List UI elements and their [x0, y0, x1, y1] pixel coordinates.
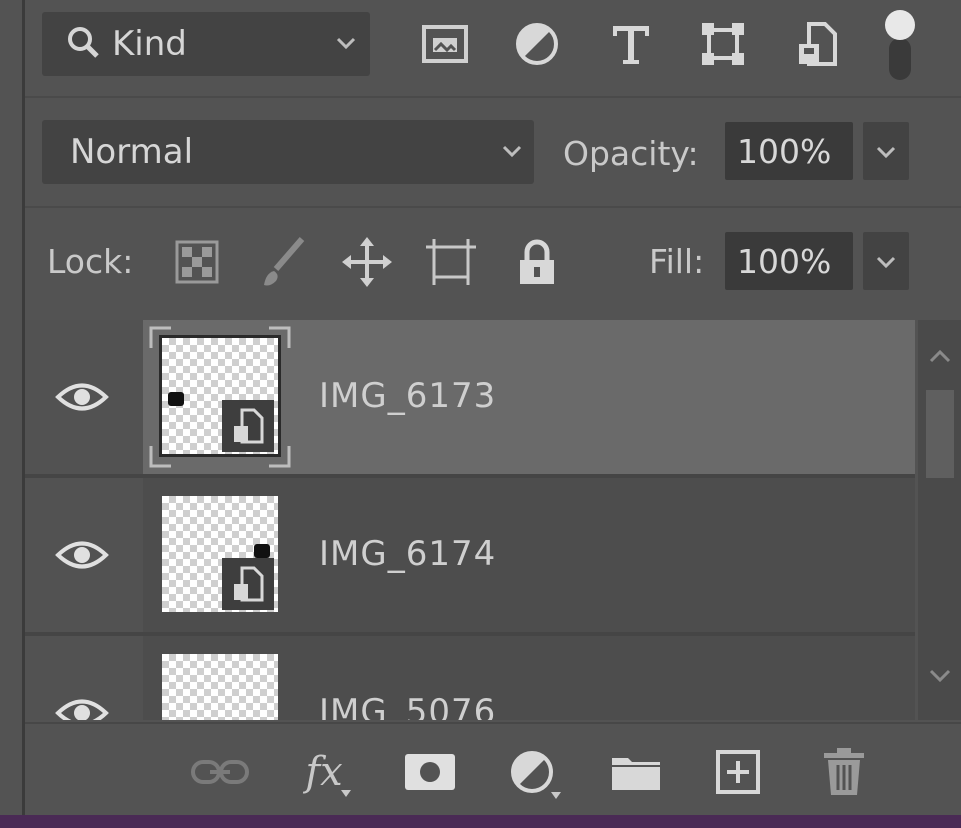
- type-filter-icon[interactable]: [603, 16, 659, 72]
- chevron-down-icon: [334, 30, 358, 58]
- trash-icon[interactable]: [813, 744, 875, 800]
- link-layers-icon[interactable]: [189, 744, 251, 800]
- submenu-triangle-icon: [341, 790, 351, 797]
- group-folder-icon[interactable]: [605, 744, 667, 800]
- chevron-up-icon[interactable]: [928, 348, 952, 368]
- fill-label: Fill:: [649, 242, 705, 281]
- lock-position-icon[interactable]: [339, 234, 395, 290]
- search-icon: [66, 25, 100, 63]
- layer-name[interactable]: IMG_6174: [319, 534, 496, 574]
- layer-name[interactable]: IMG_6173: [319, 376, 496, 416]
- layer-thumbnail[interactable]: [162, 496, 278, 612]
- eye-icon[interactable]: [55, 696, 109, 720]
- filter-toggle-switch[interactable]: [883, 8, 917, 80]
- layer-row[interactable]: IMG_6173: [25, 320, 915, 474]
- submenu-triangle-icon: [551, 792, 561, 799]
- shape-filter-icon[interactable]: [695, 16, 751, 72]
- layers-scrollbar[interactable]: [918, 320, 961, 720]
- layer-thumbnail[interactable]: [159, 335, 281, 457]
- layer-name[interactable]: IMG_5076: [319, 692, 496, 720]
- image-filter-icon[interactable]: [417, 16, 473, 72]
- lock-transparent-pixels-icon[interactable]: [169, 234, 225, 290]
- adjustment-layer-icon[interactable]: [501, 744, 563, 800]
- thumbnail-content-mark: [254, 544, 270, 558]
- layers-list: IMG_6173 IMG_6174 IMG_5076: [25, 320, 915, 720]
- chevron-down-icon: [876, 146, 896, 159]
- lock-artboard-icon[interactable]: [423, 234, 479, 290]
- window-bottom-strip: [0, 815, 961, 828]
- layer-thumbnail[interactable]: [162, 654, 278, 720]
- blend-row: Normal Opacity: 100%: [25, 98, 961, 208]
- scrollbar-thumb[interactable]: [926, 390, 954, 478]
- panel-left-edge: [0, 0, 25, 815]
- layers-panel: Kind Normal Opacity: 100% Lock: Fill: 10…: [25, 0, 961, 817]
- fx-icon[interactable]: fx: [293, 744, 355, 800]
- layers-toolbar: fx: [25, 722, 961, 817]
- layer-row[interactable]: IMG_6174: [25, 478, 915, 632]
- fill-dropdown-button[interactable]: [863, 232, 909, 290]
- layer-mask-icon[interactable]: [399, 744, 461, 800]
- toggle-track: [889, 38, 911, 80]
- lock-row: Lock: Fill: 100%: [25, 208, 961, 318]
- lock-image-pixels-icon[interactable]: [255, 234, 311, 290]
- chevron-down-icon[interactable]: [928, 668, 952, 688]
- opacity-dropdown-button[interactable]: [863, 122, 909, 180]
- smart-object-filter-icon[interactable]: [789, 16, 845, 72]
- chevron-down-icon: [876, 256, 896, 269]
- thumbnail-content-mark: [168, 392, 184, 406]
- blend-mode-select[interactable]: Normal: [42, 120, 534, 184]
- fx-label: fx: [305, 749, 343, 795]
- eye-icon[interactable]: [55, 380, 109, 418]
- blend-mode-value: Normal: [70, 132, 194, 172]
- chevron-down-icon: [500, 138, 524, 166]
- smart-object-badge-icon: [222, 400, 274, 452]
- filter-kind-select[interactable]: Kind: [42, 12, 370, 76]
- fill-input[interactable]: 100%: [725, 232, 853, 290]
- smart-object-badge-icon: [222, 558, 274, 610]
- layer-row[interactable]: IMG_5076: [25, 636, 915, 720]
- filter-row: Kind: [25, 0, 961, 98]
- opacity-input[interactable]: 100%: [725, 122, 853, 180]
- filter-kind-label: Kind: [112, 24, 187, 64]
- adjustment-filter-icon[interactable]: [509, 16, 565, 72]
- new-layer-icon[interactable]: [707, 744, 769, 800]
- opacity-label: Opacity:: [563, 134, 699, 173]
- lock-all-icon[interactable]: [509, 234, 565, 290]
- eye-icon[interactable]: [55, 538, 109, 576]
- toggle-knob: [885, 10, 915, 40]
- lock-label: Lock:: [47, 242, 134, 281]
